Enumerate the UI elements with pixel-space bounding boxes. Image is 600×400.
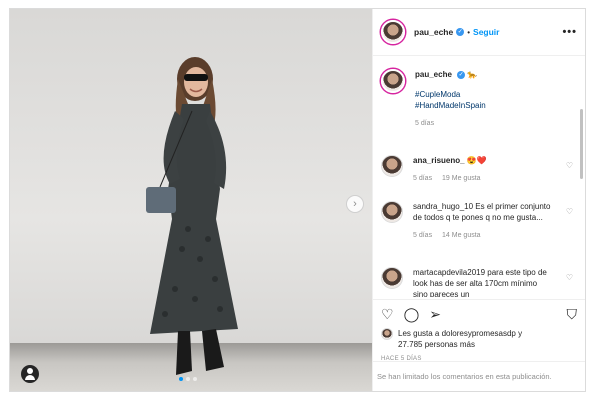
author-avatar[interactable] (381, 69, 405, 93)
likes-summary: Les gusta a doloresypromesasdp y 27.785 … (381, 328, 577, 350)
post-side-panel: pau_eche ✓ • Seguir ••• pau_eche ✓ 🐆 #Cu… (372, 9, 585, 391)
likes-count[interactable]: 27.785 personas más (398, 340, 475, 349)
carousel-dot (186, 377, 190, 381)
liker-username[interactable]: doloresypromesasdp (442, 329, 516, 338)
comment-time: 5 días (413, 232, 433, 239)
liker-avatar[interactable] (381, 328, 393, 340)
heart-icon[interactable]: ♡ (566, 161, 573, 170)
carousel-dot (179, 377, 183, 381)
comments-list[interactable]: pau_eche ✓ 🐆 #CupleModa #HandMadeInSpain… (373, 57, 585, 297)
comment-likes[interactable]: 19 Me gusta (442, 175, 481, 182)
comment-meta: 5 días 14 Me gusta (413, 230, 553, 241)
comment-item: sandra_hugo_10 Es el primer conjunto de … (381, 201, 577, 241)
comment-username[interactable]: ana_risueno_ (413, 156, 465, 165)
verified-badge-icon: ✓ (457, 70, 466, 79)
action-bar: ♡ ◯ ➢ ⛉ Les gusta a doloresypromesasdp y… (373, 299, 585, 362)
share-icon[interactable]: ➢ (429, 306, 441, 323)
comment-username[interactable]: sandra_hugo_10 (413, 202, 473, 211)
commenter-avatar[interactable] (381, 155, 403, 177)
follow-button[interactable]: Seguir (473, 27, 499, 37)
comment-username[interactable]: martacapdevila2019 (413, 268, 485, 277)
woman-in-dress-illustration (146, 57, 238, 375)
heart-icon[interactable]: ♡ (381, 306, 394, 323)
separator-dot: • (467, 27, 471, 37)
bookmark-icon[interactable]: ⛉ (567, 306, 578, 323)
more-options-button[interactable]: ••• (562, 26, 577, 38)
comment-text: 😍❤️ (466, 156, 487, 165)
author-avatar[interactable] (381, 20, 405, 44)
heart-icon[interactable]: ♡ (566, 207, 573, 216)
comments-limited-notice: Se han limitado los comentarios en esta … (373, 361, 585, 391)
carousel-indicator (179, 377, 197, 381)
tagged-users-icon[interactable] (21, 365, 39, 383)
comment-icon[interactable]: ◯ (404, 306, 420, 323)
hashtag-link[interactable]: #CupleModa (415, 89, 486, 100)
likes-prefix: Les gusta a (398, 329, 440, 338)
post-header: pau_eche ✓ • Seguir ••• (373, 9, 585, 56)
heart-icon[interactable]: ♡ (566, 273, 573, 282)
caption-time: 5 días (415, 118, 486, 129)
caption-username[interactable]: pau_eche (415, 70, 452, 79)
carousel-dot (193, 377, 197, 381)
comment-likes[interactable]: 14 Me gusta (442, 232, 481, 239)
post-photo[interactable]: › (10, 9, 372, 391)
likes-suffix: y (518, 329, 523, 338)
commenter-avatar[interactable] (381, 201, 403, 223)
commenter-avatar[interactable] (381, 267, 403, 289)
leopard-emoji: 🐆 (467, 70, 478, 79)
scrollbar[interactable] (580, 109, 583, 179)
comment-item: ana_risueno_ 😍❤️ 5 días 19 Me gusta ♡ (381, 155, 577, 184)
author-username[interactable]: pau_eche (414, 27, 453, 37)
hashtag-link[interactable]: #HandMadeInSpain (415, 100, 486, 111)
time-label: 5 días (415, 120, 435, 127)
comment-time: 5 días (413, 175, 433, 182)
caption: pau_eche ✓ 🐆 #CupleModa #HandMadeInSpain… (381, 69, 577, 129)
comment-item: martacapdevila2019 para este tipo de loo… (381, 267, 577, 297)
verified-badge-icon: ✓ (456, 28, 465, 36)
next-slide-button[interactable]: › (346, 195, 364, 213)
comment-meta: 5 días 19 Me gusta (413, 173, 489, 184)
post-dialog: › pau_eche ✓ • Seguir ••• pau_eche ✓ 🐆 #… (9, 8, 586, 392)
